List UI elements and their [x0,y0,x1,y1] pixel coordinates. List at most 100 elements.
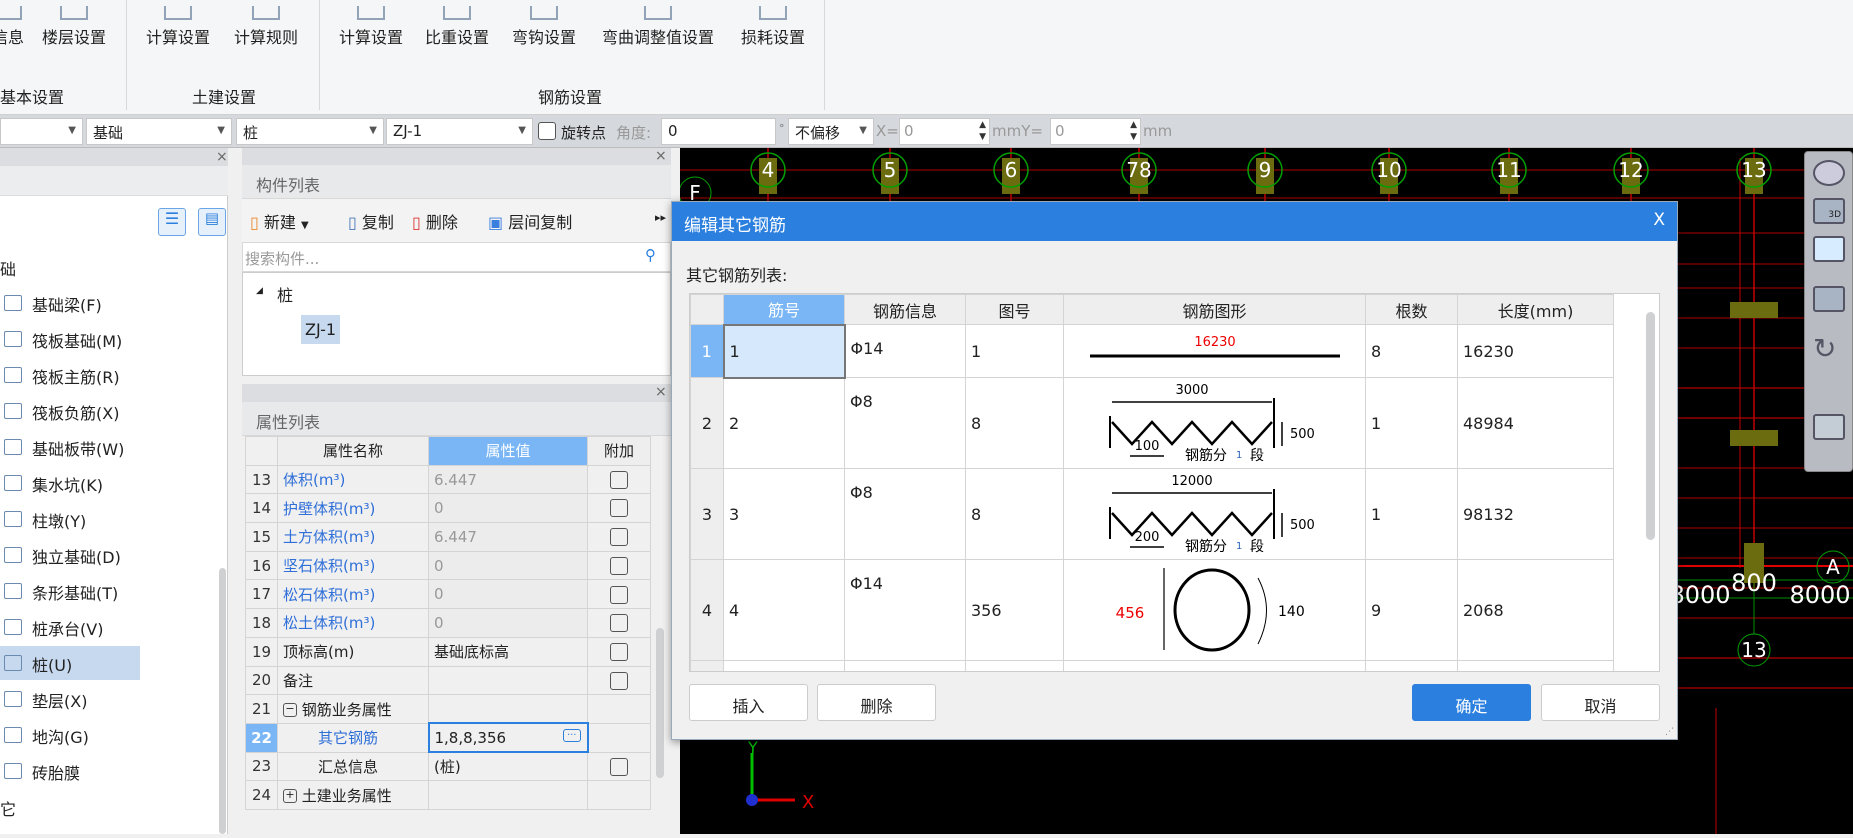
insert-button[interactable]: 插入 [689,684,808,721]
component-type-item[interactable]: 基础板带(W) [0,430,140,464]
rotate-icon[interactable]: ↻ [1813,332,1836,365]
spinner-icon[interactable]: ▲ ▼ [1130,119,1137,143]
extra-checkbox[interactable] [610,585,628,604]
scrollbar[interactable] [1646,312,1655,540]
copy-button[interactable]: ▯ 复制 [348,209,394,233]
length-cell[interactable]: 2068 [1457,559,1614,661]
delete-button[interactable]: 删除 [817,684,936,721]
attr-row[interactable]: 15 土方体积(m³) 6.447 [245,522,651,552]
attr-extra-cell[interactable] [587,608,651,638]
ribbon-info-button[interactable]: 信息 [0,6,24,56]
attr-extra-cell[interactable] [587,464,651,495]
bar-no-cell[interactable]: 1 [722,323,846,379]
count-cell[interactable]: 8 [1365,324,1458,378]
delete-button[interactable]: ▯ 删除 [412,209,458,233]
rebar-shape-cell[interactable]: 16230 [1063,324,1366,378]
component-type-item[interactable]: 地沟(G) [0,718,140,752]
ribbon-hook-settings-button[interactable]: 弯钩设置 [512,6,576,56]
ribbon-floor-settings-button[interactable]: 楼层设置 [42,6,106,56]
attr-value-cell[interactable]: 1,8,8,356 ··· [427,722,589,754]
component-type-item[interactable]: 柱墩(Y) [0,502,140,536]
header-extra[interactable]: 附加 [587,436,651,466]
attr-row[interactable]: 13 体积(m³) 6.447 [245,464,651,495]
attr-row[interactable]: 19 顶标高(m) 基础底标高 [245,636,651,667]
component-type-item[interactable]: 垫层(X) [0,682,140,716]
attr-value-cell[interactable]: 6.447 [428,464,588,495]
angle-input[interactable]: 0 [661,118,776,145]
header-rebar-info[interactable]: 钢筋信息 [844,294,966,325]
3d-view-icon[interactable]: 3D [1813,198,1845,224]
extra-checkbox[interactable] [610,499,628,518]
tree-root[interactable]: 桩 [277,282,293,306]
box-view-icon[interactable] [1813,286,1845,312]
floor-combo[interactable]: ▼ [0,118,83,145]
attr-value-cell[interactable]: 0 [428,493,588,524]
ok-button[interactable]: 确定 [1412,684,1531,721]
rebar-row[interactable]: 4 4 Φ14 356 456 140 9 2068 [690,559,1614,661]
tree-item-zj-1[interactable]: ZJ-1 [301,315,341,344]
spinner-icon[interactable]: ▲ ▼ [979,119,986,143]
attr-value-cell[interactable] [428,665,588,696]
figure-no-cell[interactable]: 8 [965,377,1064,469]
component-type-item[interactable]: 桩(U) [0,646,140,680]
extra-checkbox[interactable] [610,642,628,661]
resize-grip-icon[interactable]: ⋰ [1665,727,1674,737]
header-attr-value[interactable]: 属性值 [428,436,588,466]
attr-extra-cell[interactable] [587,751,651,782]
rebar-info-cell[interactable]: Φ8 [844,377,966,469]
x-offset-input[interactable]: 0 ▲ ▼ [899,118,990,145]
detail-view-icon[interactable]: ▤ [198,208,226,236]
rebar-row[interactable]: 2 2 Φ8 8 3000 500 100 钢筋分 1 段 1 48984 [690,377,1614,469]
attr-value-cell[interactable]: 0 [428,550,588,581]
count-cell[interactable]: 1 [1365,377,1458,469]
bar-no-cell[interactable]: 4 [723,559,845,661]
orbit-icon[interactable] [1813,160,1845,186]
list-view-icon[interactable]: ☰ [158,208,186,236]
collapse-icon[interactable]: ◢ [256,286,263,296]
y-offset-input[interactable]: 0 ▲ ▼ [1050,118,1141,145]
attr-extra-cell[interactable] [587,493,651,524]
attr-row[interactable]: 18 松土体积(m³) 0 [245,608,651,638]
component-type-item[interactable]: 砖胎膜 [0,754,140,788]
attr-row[interactable]: 16 坚石体积(m³) 0 [245,550,651,581]
attr-row[interactable]: 24 + 土建业务属性 [245,780,651,810]
scrollbar[interactable] [219,568,226,834]
more-icon[interactable]: ▸▸ [655,211,666,224]
scrollbar[interactable] [656,628,664,778]
attr-row[interactable]: 21 − 钢筋业务属性 [245,694,651,724]
attr-extra-cell[interactable] [587,780,651,810]
figure-no-cell[interactable]: 8 [965,468,1064,560]
component-type-item[interactable]: 筏板负筋(X) [0,394,140,428]
search-input[interactable]: 搜索构件... ⚲ [242,242,671,272]
ribbon-weight-settings-button[interactable]: 比重设置 [425,6,489,56]
component-combo[interactable]: ZJ-1 ▼ [386,118,533,145]
header-length[interactable]: 长度(mm) [1457,294,1614,325]
attr-row[interactable]: 17 松石体积(m³) 0 [245,579,651,610]
rebar-row[interactable]: 1 1 Φ14 1 16230 8 16230 [690,323,1614,379]
component-type-item[interactable]: 集水坑(K) [0,466,140,500]
count-cell[interactable]: 1 [1365,468,1458,560]
rebar-info-cell[interactable]: Φ8 [844,468,966,560]
component-type-item[interactable]: 筏板主筋(R) [0,358,140,392]
extra-checkbox[interactable] [610,528,628,547]
ribbon-civil-calc-settings-button[interactable]: 计算设置 [146,6,210,56]
dialog-title-bar[interactable]: 编辑其它钢筋 X [672,202,1677,241]
ellipsis-button[interactable]: ··· [562,729,581,743]
checklist-icon[interactable] [1813,414,1845,440]
rotate-point-checkbox[interactable] [538,122,556,140]
attr-extra-cell[interactable] [587,522,651,552]
count-cell[interactable]: 9 [1365,559,1458,661]
extra-checkbox[interactable] [610,556,628,575]
attr-value-cell[interactable]: (桩) [428,751,588,782]
new-button[interactable]: ▯ 新建 ▼ [250,209,309,233]
attr-extra-cell[interactable] [587,636,651,667]
ribbon-calc-rules-button[interactable]: 计算规则 [234,6,298,56]
attr-value-cell[interactable]: 0 [428,579,588,610]
attr-value-cell[interactable]: 6.447 [428,522,588,552]
close-icon[interactable]: × [216,149,228,165]
close-icon[interactable]: × [655,384,667,400]
attr-value-cell[interactable]: 0 [428,608,588,638]
attr-value-cell[interactable]: 基础底标高 [428,636,588,667]
expand-icon[interactable]: + [283,789,297,804]
attr-row[interactable]: 23 汇总信息 (桩) [245,751,651,782]
